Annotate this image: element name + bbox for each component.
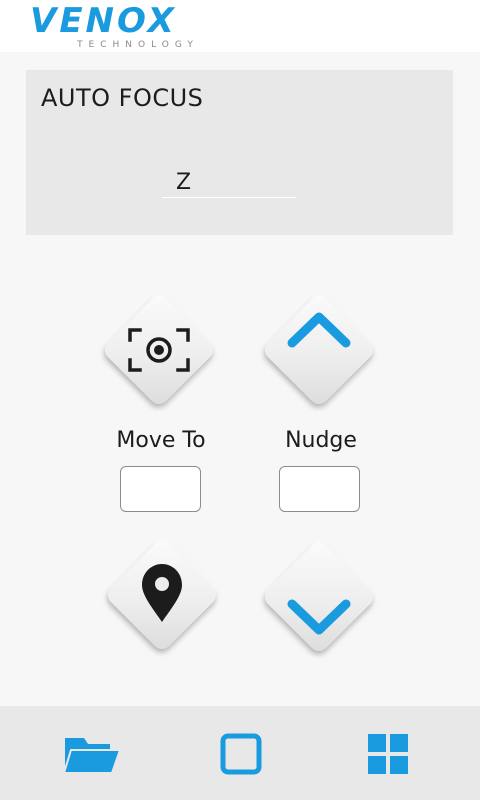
location-pin-icon <box>142 564 182 622</box>
grid-icon <box>368 734 408 774</box>
move-to-button[interactable] <box>102 535 222 655</box>
nav-square-button[interactable] <box>211 726 271 782</box>
move-to-label: Move To <box>116 428 206 453</box>
nudge-down-button[interactable] <box>259 537 379 657</box>
logo-text: VENOX <box>30 1 177 41</box>
chevron-up-icon <box>287 312 351 348</box>
app-header: VENOX TECHNOLOGY <box>0 0 480 52</box>
chevron-down-icon <box>287 599 351 635</box>
z-position-field[interactable] <box>162 166 296 198</box>
nav-folder-button[interactable] <box>62 726 122 782</box>
auto-focus-panel: AUTO FOCUS <box>26 70 453 235</box>
logo-subtext: TECHNOLOGY <box>77 40 199 50</box>
square-icon <box>220 733 262 775</box>
venox-logo: VENOX TECHNOLOGY <box>30 4 220 50</box>
panel-title: AUTO FOCUS <box>41 84 204 112</box>
nudge-label: Nudge <box>285 428 357 453</box>
folder-open-icon <box>62 738 122 774</box>
nav-grid-button[interactable] <box>358 726 418 782</box>
nudge-input[interactable] <box>279 466 360 512</box>
nudge-up-button[interactable] <box>259 290 379 410</box>
move-to-input[interactable] <box>120 466 201 512</box>
focus-target-icon <box>128 328 190 372</box>
auto-focus-button[interactable] <box>99 290 219 410</box>
